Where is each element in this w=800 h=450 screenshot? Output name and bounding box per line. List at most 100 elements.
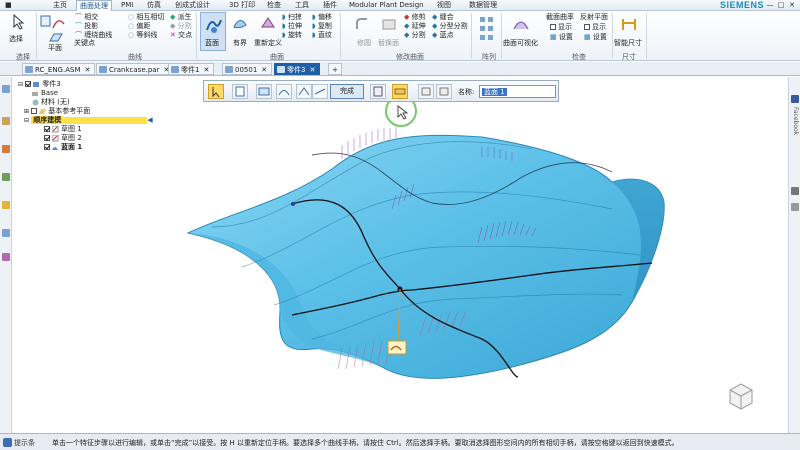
display-options-button[interactable] xyxy=(392,84,408,99)
menu-tab-inspect[interactable]: 检查 xyxy=(264,0,284,11)
pattern-icon[interactable] xyxy=(478,15,496,45)
curve-isocline[interactable]: ◌ 等斜线 xyxy=(128,31,157,40)
close-button[interactable]: ✕ xyxy=(787,0,797,10)
bluedot-button[interactable]: ◆ 蓝点 xyxy=(432,31,454,40)
extend-button[interactable]: ◆ 延伸 xyxy=(404,22,426,31)
doc-tab-rc-eng[interactable]: RC_ENG.ASM ✕ xyxy=(22,63,96,75)
cross-section-step-button[interactable] xyxy=(256,84,272,99)
stitch-button[interactable]: ◆ 缝合 xyxy=(432,13,454,22)
preview-button[interactable] xyxy=(370,84,386,99)
curve-project[interactable]: ⌒ 投影 xyxy=(75,22,98,31)
options-button[interactable] xyxy=(232,84,248,99)
menu-tab-3d-print[interactable]: 3D 打印 xyxy=(226,0,258,11)
select-arrow-icon[interactable] xyxy=(12,14,24,30)
settings-button-2[interactable]: ▦ 设置 xyxy=(584,33,607,42)
name-input[interactable]: 蓝面 1 xyxy=(479,85,556,98)
round-label[interactable]: 修圆 xyxy=(357,39,371,48)
guide-curve-step-button[interactable] xyxy=(276,84,292,99)
tangency-button[interactable] xyxy=(312,84,328,99)
panel-icon-2[interactable] xyxy=(791,203,799,211)
menu-tab-data-management[interactable]: 数据管理 xyxy=(466,0,500,11)
tangent-handle-widget[interactable] xyxy=(387,340,407,355)
feature-library-icon[interactable] xyxy=(2,201,10,209)
smart-dimension-label[interactable]: 智能尺寸 xyxy=(614,39,642,48)
tree-root[interactable]: ⊟ 零件3 xyxy=(18,80,61,89)
menu-tab-simulation[interactable]: 仿真 xyxy=(144,0,164,11)
minimize-button[interactable]: — xyxy=(765,0,775,10)
curve-split[interactable]: ◆ 分割 xyxy=(170,22,192,31)
copy-surf-button[interactable]: ◗ 复制 xyxy=(312,22,332,31)
menu-tab-generative-design[interactable]: 创成式设计 xyxy=(172,0,213,11)
done-button[interactable]: 完成 xyxy=(330,84,364,99)
tree-bluesurf[interactable]: 蓝面 1 xyxy=(44,143,82,152)
redefine-label[interactable]: 重新定义 xyxy=(254,39,282,48)
reflect-plane-button[interactable]: 反射平面 xyxy=(580,13,608,22)
new-tab-button[interactable]: + xyxy=(328,63,342,75)
tree-material[interactable]: 材料 (无) xyxy=(32,98,70,107)
tree-ordered-group[interactable]: ⊟ 顺序建模 ◀ xyxy=(24,116,153,125)
sketch-tools-icon[interactable] xyxy=(40,14,66,32)
curve-tangent[interactable]: ◌ 相互相切 xyxy=(128,13,164,22)
surface-viz-icon[interactable] xyxy=(512,15,530,33)
end-conditions-button[interactable] xyxy=(296,84,312,99)
trim-button[interactable]: ◆ 修剪 xyxy=(404,13,426,22)
facebook-icon[interactable] xyxy=(791,95,799,103)
sweep-button[interactable]: ◗ 扫掠 xyxy=(282,13,302,22)
revolve-button[interactable]: ◗ 旋转 xyxy=(282,31,302,40)
replace-face-icon[interactable] xyxy=(381,16,397,32)
ruled-button[interactable]: ◗ 直纹 xyxy=(312,31,332,40)
help-step-button[interactable] xyxy=(436,84,452,99)
cancel-step-button[interactable] xyxy=(418,84,434,99)
tree-sketch1[interactable]: 草图 1 xyxy=(44,125,82,134)
sensors-icon[interactable] xyxy=(2,229,10,237)
tree-ref-planes[interactable]: ⊞ 基本参考平面 xyxy=(24,107,90,116)
doc-tab-crankcase[interactable]: Crankcase.par ✕ xyxy=(96,63,175,75)
doc-tab-part3[interactable]: 零件3 ✕ xyxy=(274,63,321,75)
menu-tab-surfacing[interactable]: 曲面处理 xyxy=(76,0,112,11)
surface-viz-label[interactable]: 曲面可视化 xyxy=(503,39,538,48)
step-select-button[interactable] xyxy=(208,84,224,99)
round-icon[interactable] xyxy=(355,17,369,31)
menu-tab-tools[interactable]: 工具 xyxy=(292,0,312,11)
bluesurf-button[interactable]: 蓝面 xyxy=(200,12,226,51)
menu-tab-file[interactable]: ■ xyxy=(2,0,15,11)
replace-face-label[interactable]: 替换面 xyxy=(378,39,399,48)
tree-base[interactable]: Base xyxy=(32,89,58,98)
bounded-label[interactable]: 有界 xyxy=(233,39,247,48)
curve-intersect[interactable]: ⌒ 相交 xyxy=(75,13,98,22)
smart-dimension-icon[interactable] xyxy=(620,15,638,33)
view-cube[interactable] xyxy=(728,382,754,412)
layers-icon[interactable] xyxy=(2,117,10,125)
offset-surf-button[interactable]: ◗ 偏移 xyxy=(312,13,332,22)
show-toggle-1[interactable]: 显示 xyxy=(550,23,572,32)
doc-tab-00501[interactable]: 00501 ✕ xyxy=(222,63,273,75)
doc-tab-part1[interactable]: 零件1 ✕ xyxy=(168,63,215,75)
select-button-label[interactable]: 选择 xyxy=(9,35,23,44)
plane-button-label[interactable]: 平面 xyxy=(48,44,62,53)
menu-tab-home[interactable]: 主页 xyxy=(50,0,70,11)
pathfinder-icon[interactable] xyxy=(2,85,10,93)
graphics-window[interactable] xyxy=(12,77,788,433)
plane-icon[interactable] xyxy=(49,32,63,44)
menu-tab-modular-plant[interactable]: Modular Plant Design xyxy=(346,0,427,11)
split-button[interactable]: ◆ 分割 xyxy=(404,31,426,40)
tree-sketch2[interactable]: 草图 2 xyxy=(44,134,82,143)
section-curvature-button[interactable]: 截面曲率 xyxy=(546,13,574,22)
parting-split-button[interactable]: ◆ 分型分割 xyxy=(432,22,468,31)
extrude-button[interactable]: ◗ 拉伸 xyxy=(282,22,302,31)
panel-icon[interactable] xyxy=(791,187,799,195)
show-toggle-2[interactable]: 显示 xyxy=(584,23,606,32)
bounded-icon[interactable] xyxy=(232,15,248,31)
menu-tab-addins[interactable]: 插件 xyxy=(320,0,340,11)
keypoint-dropdown[interactable]: 关键点 xyxy=(74,39,95,48)
curve-derive[interactable]: ◆ 派生 xyxy=(170,13,192,22)
menu-tab-view[interactable]: 视图 xyxy=(434,0,454,11)
redefine-icon[interactable] xyxy=(260,15,276,31)
curve-offset[interactable]: ◌ 偏距 xyxy=(128,22,150,31)
library-icon[interactable] xyxy=(2,145,10,153)
curve-point[interactable]: ✕ 交点 xyxy=(170,31,192,40)
curve-endpoint[interactable] xyxy=(291,202,295,206)
teamcenter-icon[interactable] xyxy=(2,253,10,261)
menu-tab-pmi[interactable]: PMI xyxy=(118,0,136,11)
maximize-button[interactable]: □ xyxy=(776,0,786,10)
